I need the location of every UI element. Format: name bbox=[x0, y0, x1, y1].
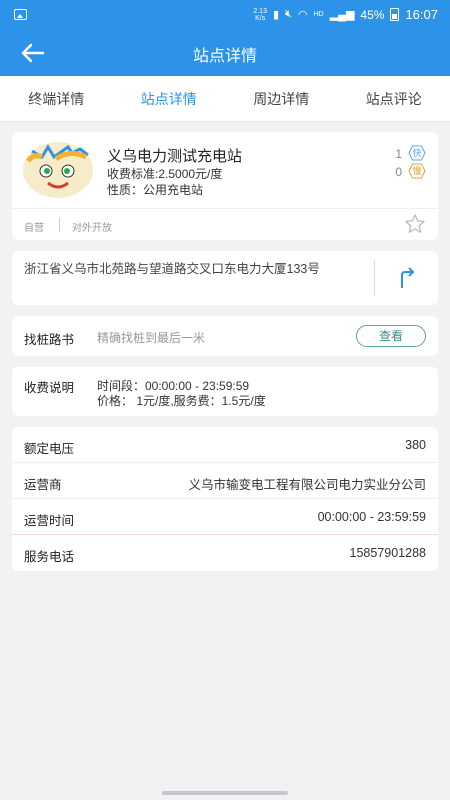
detail-value: 义乌市输变电工程有限公司电力实业分公司 bbox=[188, 478, 426, 492]
details-card: 额定电压 380 运营商 义乌市输变电工程有限公司电力实业分公司 运营时间 00… bbox=[12, 427, 438, 571]
vibrate-icon: ▮ bbox=[272, 9, 280, 21]
pile-guide-description: 精确找桩到最后一米 bbox=[97, 331, 206, 345]
slow-charge-badge: 慢 bbox=[408, 163, 426, 179]
divider bbox=[12, 208, 438, 209]
tab-terminal-details[interactable]: 终端详情 bbox=[0, 76, 113, 121]
network-speed: 2.13 K/s bbox=[253, 8, 267, 22]
detail-key: 服务电话 bbox=[24, 550, 75, 564]
fast-charger-count: 1 bbox=[395, 147, 402, 161]
wifi-icon: ◠ bbox=[297, 9, 308, 21]
home-indicator[interactable] bbox=[162, 791, 288, 795]
signal-icon: ▂▄▆ bbox=[329, 9, 355, 21]
detail-key: 运营时间 bbox=[24, 514, 75, 528]
detail-value: 00:00:00 - 23:59:59 bbox=[317, 510, 426, 524]
route-icon[interactable] bbox=[397, 267, 417, 289]
divider bbox=[374, 260, 375, 296]
mute-icon: 🔇︎ bbox=[285, 8, 292, 20]
detail-key: 运营商 bbox=[24, 478, 62, 492]
station-address: 浙江省义乌市北苑路与望道路交叉口东电力大厦133号 bbox=[24, 262, 320, 276]
pile-guide-label: 找桩路书 bbox=[24, 333, 75, 347]
speed-unit: K/s bbox=[255, 14, 266, 22]
view-button[interactable]: 查看 bbox=[356, 325, 426, 347]
hd-label: HD bbox=[313, 11, 324, 18]
status-bar: 2.13 K/s ▮ 🔇︎ ◠ HD ▂▄▆ 45% 16:07 bbox=[0, 0, 450, 30]
star-outline-icon[interactable] bbox=[404, 213, 426, 235]
fast-badge-label: 快 bbox=[412, 148, 422, 158]
battery-icon bbox=[390, 8, 400, 21]
image-icon bbox=[14, 9, 27, 20]
slow-charger-count: 0 bbox=[395, 165, 402, 179]
tab-bar: 终端详情 站点详情 周边详情 站点评论 bbox=[0, 76, 450, 122]
page-title: 站点详情 bbox=[192, 48, 257, 65]
detail-key: 额定电压 bbox=[24, 442, 75, 456]
pile-guide-card: 找桩路书 精确找桩到最后一米 查看 bbox=[12, 316, 438, 356]
tab-nearby-details[interactable]: 周边详情 bbox=[225, 76, 338, 121]
station-nature: 性质：公用充电站 bbox=[107, 183, 204, 197]
pricing-label: 收费说明 bbox=[24, 381, 75, 395]
detail-value[interactable]: 15857901288 bbox=[350, 546, 426, 560]
fast-charge-badge: 快 bbox=[408, 145, 426, 161]
slow-badge-label: 慢 bbox=[412, 166, 422, 176]
tag-self-operated: 自营 bbox=[24, 223, 44, 234]
address-card: 浙江省义乌市北苑路与望道路交叉口东电力大厦133号 bbox=[12, 251, 438, 305]
pricing-card: 收费说明 时间段：00:00:00 - 23:59:59 价格： 1元/度,服务… bbox=[12, 367, 438, 416]
station-logo bbox=[23, 142, 93, 198]
clock: 16:07 bbox=[405, 7, 438, 22]
status-icons: 2.13 K/s ▮ 🔇︎ ◠ HD ▂▄▆ 45% 16:07 bbox=[253, 7, 438, 22]
station-name: 义乌电力测试充电站 bbox=[107, 148, 243, 165]
detail-row-service-phone[interactable]: 服务电话 15857901288 bbox=[24, 535, 426, 571]
detail-value: 380 bbox=[405, 438, 426, 452]
battery-percent: 45% bbox=[360, 7, 385, 22]
pricing-price: 价格： 1元/度,服务费：1.5元/度 bbox=[97, 394, 266, 408]
detail-row-operator: 运营商 义乌市输变电工程有限公司电力实业分公司 bbox=[24, 463, 426, 499]
detail-row-operating-hours: 运营时间 00:00:00 - 23:59:59 bbox=[24, 499, 426, 535]
speed-value: 2.13 bbox=[253, 7, 267, 15]
tab-station-details[interactable]: 站点详情 bbox=[113, 76, 226, 121]
title-bar: 站点详情 bbox=[0, 30, 450, 76]
tag-open-to-public: 对外开放 bbox=[72, 223, 112, 234]
station-info-card: 义乌电力测试充电站 收费标准:2.5000元/度 性质：公用充电站 1 快 0 … bbox=[12, 132, 438, 240]
station-fee: 收费标准:2.5000元/度 bbox=[107, 167, 223, 181]
tab-station-comments[interactable]: 站点评论 bbox=[338, 76, 450, 121]
tag-separator bbox=[59, 218, 60, 232]
detail-row-voltage: 额定电压 380 bbox=[24, 427, 426, 463]
